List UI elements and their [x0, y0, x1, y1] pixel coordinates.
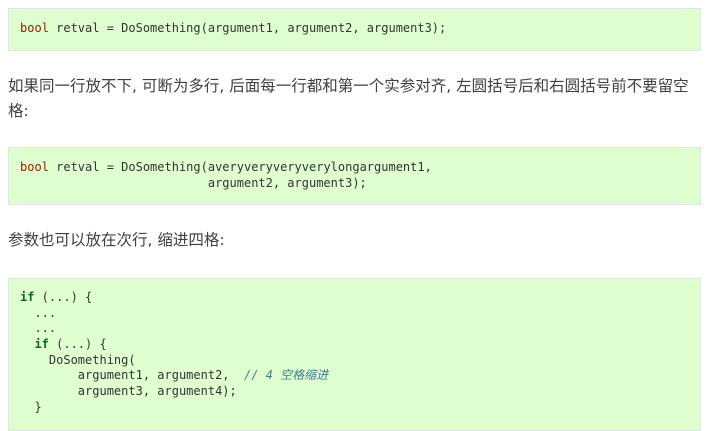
- code-line: if (...) {: [20, 290, 700, 306]
- code-line: ...: [20, 321, 57, 336]
- code-text: retval = DoSomething(averyveryveryverylo…: [48, 160, 432, 174]
- code-line: bool retval = DoSomething(argument1, arg…: [20, 21, 700, 37]
- code-line: argument3, argument4);: [20, 384, 237, 399]
- code-line: DoSomething(: [20, 352, 136, 367]
- code-line: ...: [20, 305, 57, 320]
- code-text: argument1, argument2,: [20, 368, 244, 383]
- code-text: (...) {: [34, 290, 93, 304]
- code-line: }: [20, 399, 42, 414]
- if-keyword: if: [20, 290, 35, 304]
- code-line: bool retval = DoSomething(averyveryveryv…: [20, 160, 700, 176]
- if-keyword: if: [34, 337, 49, 352]
- type-keyword: bool: [20, 160, 49, 174]
- code-line: argument1, argument2, // 4 空格缩进: [20, 368, 700, 384]
- code-text: (...) {: [48, 337, 107, 352]
- paragraph-line-wrapping-rule: 如果同一行放不下, 可断为多行, 后面每一行都和第一个实参对齐, 左圆括号后和右…: [8, 77, 689, 120]
- code-block-nested-if-example: if (...) { ... ... if (...) { DoSomethin…: [8, 278, 701, 431]
- code-block-single-line-call: bool retval = DoSomething(argument1, arg…: [8, 8, 701, 51]
- code-line: if (...) {: [20, 337, 700, 353]
- type-keyword: bool: [20, 21, 49, 35]
- code-block-wrapped-call: bool retval = DoSomething(averyveryveryv…: [8, 147, 701, 205]
- code-line: argument2, argument3);: [20, 175, 367, 190]
- code-comment: // 4 空格缩进: [243, 368, 329, 383]
- paragraph-next-line-rule: 参数也可以放在次行, 缩进四格:: [8, 231, 225, 249]
- code-text: retval = DoSomething(argument1, argument…: [48, 21, 447, 35]
